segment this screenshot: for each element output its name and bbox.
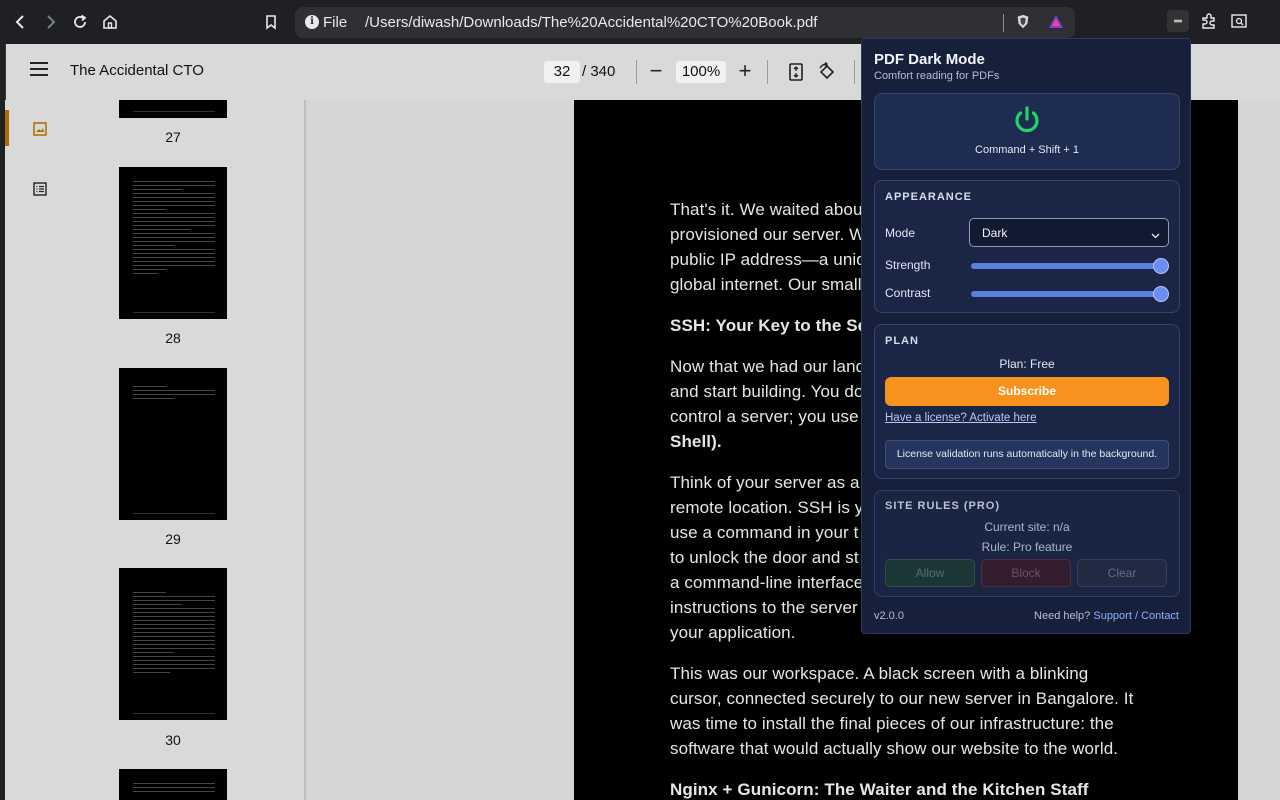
fit-page-icon[interactable] bbox=[787, 62, 805, 82]
help-prefix: Need help? bbox=[1034, 610, 1091, 622]
page-text-line: That's it. We waited abou bbox=[670, 200, 863, 219]
thumbnail-label: 28 bbox=[165, 330, 181, 346]
document-title: The Accidental CTO bbox=[70, 62, 204, 79]
toolbar-divider bbox=[636, 60, 637, 84]
shortcut-hint: Command + Shift + 1 bbox=[975, 144, 1079, 156]
page-text-line: provisioned our server. W bbox=[670, 225, 866, 244]
strength-label: Strength bbox=[885, 258, 931, 272]
current-site: Current site: n/a bbox=[984, 520, 1070, 534]
page-text-line: control a server; you use bbox=[670, 407, 859, 426]
slider-handle[interactable] bbox=[1153, 286, 1169, 302]
url-divider bbox=[1003, 14, 1004, 32]
page-heading: Nginx + Gunicorn: The Waiter and the Kit… bbox=[670, 780, 1089, 799]
contrast-label: Contrast bbox=[885, 286, 931, 300]
rule-status: Rule: Pro feature bbox=[981, 540, 1073, 554]
contact-link[interactable]: Contact bbox=[1141, 610, 1179, 622]
thumbnail-label: 27 bbox=[165, 129, 181, 145]
page-text-line: your application. bbox=[670, 623, 796, 642]
site-rules-card: SITE RULES (PRO) Current site: n/a Rule:… bbox=[874, 490, 1180, 597]
thumbnail-panel: 27 28 29 30 bbox=[75, 100, 305, 800]
url-scheme-label: File bbox=[323, 14, 348, 31]
page-total: / 340 bbox=[582, 63, 616, 80]
subscribe-button[interactable]: Subscribe bbox=[885, 377, 1169, 406]
plan-card: PLAN Plan: Free Subscribe Have a license… bbox=[874, 324, 1180, 479]
reload-icon[interactable] bbox=[69, 11, 91, 33]
power-card: Command + Shift + 1 bbox=[874, 93, 1180, 170]
version-label: v2.0.0 bbox=[874, 610, 904, 622]
outline-icon[interactable] bbox=[33, 182, 47, 196]
page-text-line: global internet. Our small bbox=[670, 275, 862, 294]
sidebar-search-icon[interactable] bbox=[1228, 10, 1250, 32]
brave-rewards-icon[interactable] bbox=[1045, 11, 1067, 33]
address-bar[interactable]: i File /Users/diwash/Downloads/The%20Acc… bbox=[295, 7, 1075, 38]
page-thumbnail[interactable] bbox=[119, 167, 227, 319]
toolbar-divider bbox=[767, 60, 768, 84]
zoom-out-button[interactable]: − bbox=[647, 58, 665, 84]
site-rules-heading: SITE RULES (PRO) bbox=[885, 500, 1001, 512]
page-text-line: Think of your server as a bbox=[670, 473, 860, 492]
brave-shield-icon[interactable] bbox=[1012, 11, 1034, 33]
page-text-line: Now that we had our land bbox=[670, 357, 866, 376]
thumbnail-label: 30 bbox=[165, 732, 181, 748]
menu-icon[interactable] bbox=[30, 62, 48, 78]
active-tab-indicator bbox=[5, 110, 9, 146]
plan-status: Plan: Free bbox=[999, 357, 1055, 371]
page-number-input[interactable]: 32 bbox=[544, 61, 580, 83]
page-text-line: This was our workspace. A black screen w… bbox=[670, 664, 1089, 683]
page-thumbnail[interactable] bbox=[119, 100, 227, 118]
back-icon[interactable] bbox=[10, 11, 32, 33]
url-text[interactable]: /Users/diwash/Downloads/The%20Accidental… bbox=[365, 14, 817, 31]
appearance-card: APPEARANCE Mode Dark Strength Contrast bbox=[874, 180, 1180, 313]
page-thumbnail[interactable] bbox=[119, 368, 227, 520]
sidebar-tabs bbox=[5, 100, 75, 800]
page-text-line: cursor, connected securely to our new se… bbox=[670, 689, 1134, 708]
chevron-down-icon bbox=[1151, 227, 1160, 239]
link-separator: / bbox=[1134, 610, 1139, 622]
page-text-line: public IP address—a uniq bbox=[670, 250, 866, 269]
power-icon[interactable] bbox=[1011, 104, 1043, 136]
home-icon[interactable] bbox=[99, 11, 121, 33]
page-text-line: to unlock the door and st bbox=[670, 548, 859, 567]
zoom-level-input[interactable]: 100% bbox=[676, 61, 726, 83]
thumbnails-icon[interactable] bbox=[33, 122, 47, 136]
page-thumbnail[interactable] bbox=[119, 568, 227, 720]
toolbar-divider bbox=[854, 60, 855, 84]
forward-icon[interactable] bbox=[39, 11, 61, 33]
block-button[interactable]: Block bbox=[981, 559, 1071, 587]
page-heading: SSH: Your Key to the Se bbox=[670, 316, 868, 335]
slider-handle[interactable] bbox=[1153, 258, 1169, 274]
mode-select[interactable]: Dark bbox=[969, 218, 1169, 247]
page-text-line: a command-line interface bbox=[670, 573, 864, 592]
popup-subtitle: Comfort reading for PDFs bbox=[874, 70, 1000, 82]
extensions-icon[interactable] bbox=[1198, 10, 1220, 32]
help-links: Need help? Support / Contact bbox=[1034, 610, 1179, 622]
plan-heading: PLAN bbox=[885, 335, 919, 347]
appearance-heading: APPEARANCE bbox=[885, 191, 973, 203]
thumbnail-label: 29 bbox=[165, 531, 181, 547]
page-text-line: instructions to the server bbox=[670, 598, 858, 617]
allow-button[interactable]: Allow bbox=[885, 559, 975, 587]
pdf-dark-mode-popup: PDF Dark Mode Comfort reading for PDFs C… bbox=[861, 38, 1191, 634]
page-text-line: and start building. You do bbox=[670, 382, 864, 401]
page-text-line: use a command in your t bbox=[670, 523, 859, 542]
activate-license-link[interactable]: Have a license? Activate here bbox=[885, 412, 1037, 424]
popup-title: PDF Dark Mode bbox=[874, 51, 985, 68]
info-icon[interactable]: i bbox=[305, 15, 319, 29]
bookmark-icon[interactable] bbox=[260, 11, 282, 33]
contrast-slider[interactable] bbox=[971, 286, 1169, 302]
page-text-line: software that would actually show our we… bbox=[670, 739, 1119, 758]
clear-button[interactable]: Clear bbox=[1077, 559, 1167, 587]
support-link[interactable]: Support bbox=[1093, 610, 1132, 622]
mode-label: Mode bbox=[885, 226, 916, 240]
page-text-line: was time to install the final pieces of … bbox=[670, 714, 1114, 733]
license-note: License validation runs automatically in… bbox=[885, 440, 1169, 469]
rotate-icon[interactable] bbox=[816, 61, 838, 83]
page-text-line: remote location. SSH is y bbox=[670, 498, 864, 517]
page-text-line: Shell). bbox=[670, 432, 722, 451]
strength-slider[interactable] bbox=[971, 258, 1169, 274]
mode-select-value: Dark bbox=[982, 226, 1008, 240]
zoom-in-button[interactable]: + bbox=[736, 58, 754, 84]
pdf-dark-mode-extension-icon[interactable] bbox=[1167, 10, 1189, 32]
page-thumbnail[interactable] bbox=[119, 769, 227, 800]
